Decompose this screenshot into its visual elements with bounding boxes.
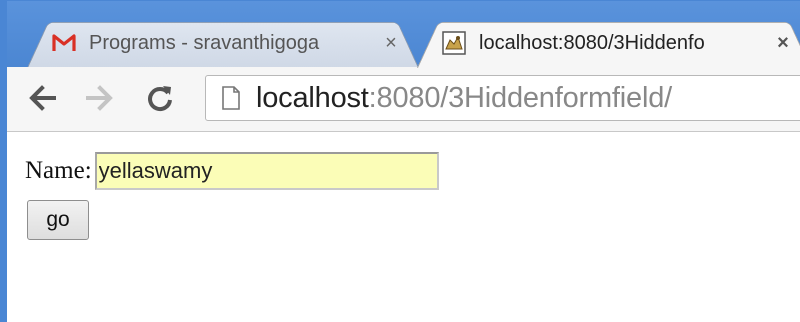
tab-localhost[interactable]: localhost:8080/3Hiddenfo ×: [417, 16, 800, 68]
address-bar[interactable]: localhost:8080/3Hiddenformfield/: [205, 75, 800, 121]
tab-title: localhost:8080/3Hiddenfo: [479, 31, 705, 54]
reload-button[interactable]: [143, 81, 177, 115]
url-text: localhost:8080/3Hiddenformfield/: [256, 82, 672, 115]
browser-toolbar: localhost:8080/3Hiddenformfield/: [7, 67, 800, 132]
forward-arrow-icon: [86, 85, 113, 111]
url-host: localhost: [256, 81, 369, 114]
back-arrow-icon: [29, 85, 56, 111]
tab-gmail[interactable]: Programs - sravanthigoga ×: [27, 16, 419, 68]
back-button[interactable]: [25, 81, 59, 115]
tomcat-icon: [441, 30, 467, 56]
go-button[interactable]: go: [27, 200, 89, 240]
tab-title: Programs - sravanthigoga: [89, 31, 320, 54]
forward-button[interactable]: [83, 81, 117, 115]
browser-window: Programs - sravanthigoga × localhost:808…: [0, 0, 800, 322]
tab-strip: Programs - sravanthigoga × localhost:808…: [7, 1, 800, 68]
page-content: Name: go: [7, 132, 800, 322]
name-row: Name:: [25, 152, 439, 190]
close-icon[interactable]: ×: [381, 33, 401, 53]
name-label: Name:: [25, 157, 92, 184]
page-icon: [220, 85, 242, 111]
url-path: :8080/3Hiddenformfield/: [368, 81, 673, 114]
close-icon[interactable]: ×: [773, 33, 793, 53]
gmail-icon: [51, 30, 77, 56]
name-input[interactable]: [94, 152, 439, 190]
reload-icon: [148, 86, 172, 112]
